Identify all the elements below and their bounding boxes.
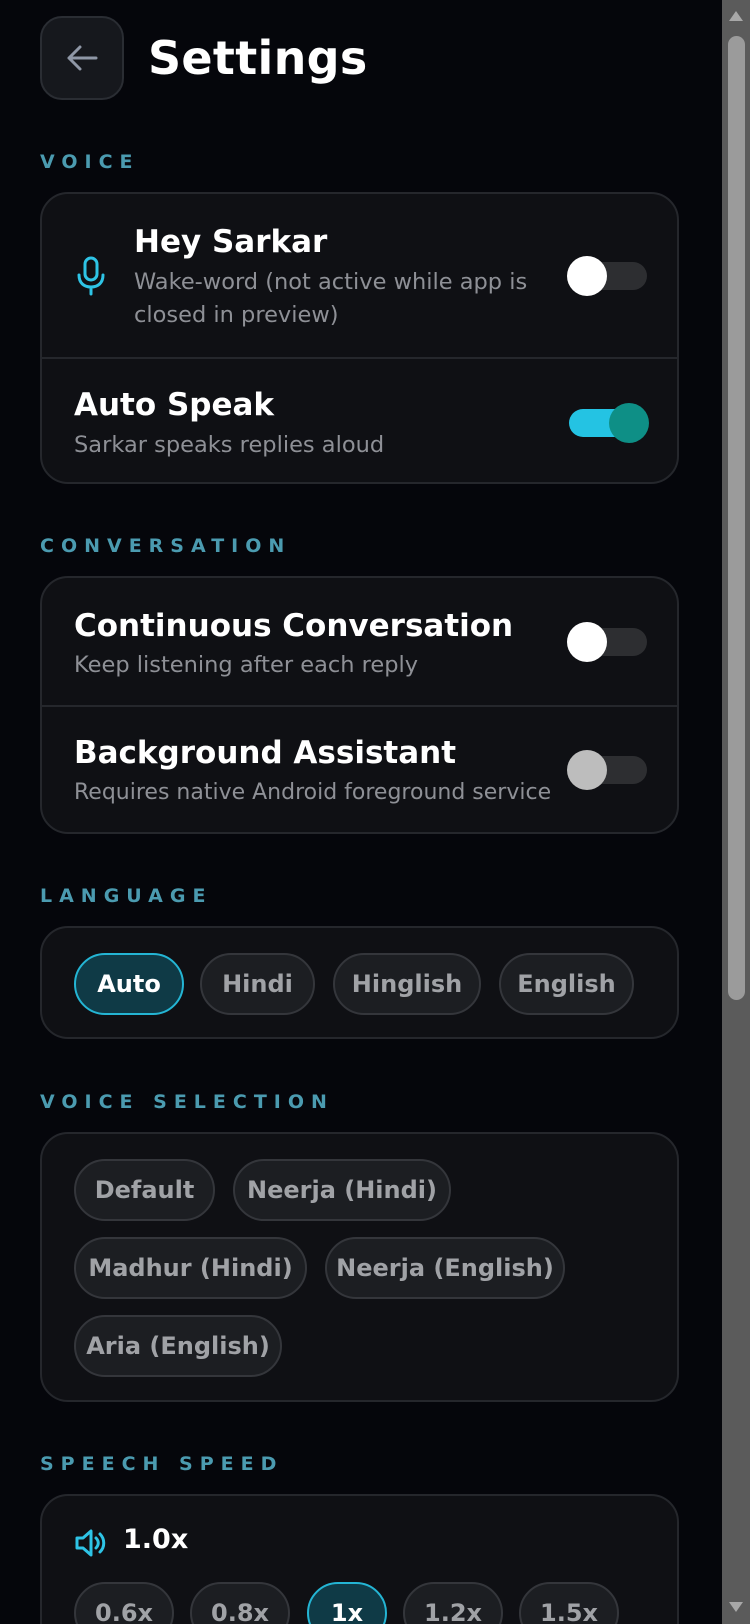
language-card: Auto Hindi Hinglish English xyxy=(40,926,679,1039)
setting-row-continuous: Continuous Conversation Keep listening a… xyxy=(42,578,677,705)
voice-chip-madhur-hindi[interactable]: Madhur (Hindi) xyxy=(74,1237,307,1299)
setting-row-hey-sarkar: Hey Sarkar Wake-word (not active while a… xyxy=(42,194,677,357)
setting-row-background: Background Assistant Requires native And… xyxy=(42,705,677,832)
voice-chip-aria-english[interactable]: Aria (English) xyxy=(74,1315,282,1377)
speed-chip-0-6x[interactable]: 0.6x xyxy=(74,1582,174,1624)
language-chip-english[interactable]: English xyxy=(499,953,634,1015)
hey-sarkar-subtitle-line2: closed in preview) xyxy=(134,302,339,328)
language-chip-hinglish[interactable]: Hinglish xyxy=(333,953,481,1015)
conversation-card: Continuous Conversation Keep listening a… xyxy=(40,576,679,834)
page-title: Settings xyxy=(148,31,368,85)
toggle-knob xyxy=(567,256,607,296)
hey-sarkar-subtitle-line1: Wake-word (not active while app is xyxy=(134,269,528,295)
section-label-voice-selection: VOICE SELECTION xyxy=(40,1091,334,1113)
language-chip-auto[interactable]: Auto xyxy=(74,953,184,1015)
microphone-icon xyxy=(77,256,105,296)
auto-speak-subtitle: Sarkar speaks replies aloud xyxy=(74,432,385,458)
hey-sarkar-title: Hey Sarkar xyxy=(134,224,328,260)
back-button[interactable] xyxy=(40,16,124,100)
toggle-knob xyxy=(609,403,649,443)
background-toggle[interactable] xyxy=(567,750,649,790)
continuous-subtitle: Keep listening after each reply xyxy=(74,652,419,678)
scroll-thumb[interactable] xyxy=(728,36,745,1000)
toggle-knob xyxy=(567,750,607,790)
setting-row-auto-speak: Auto Speak Sarkar speaks replies aloud xyxy=(42,357,677,482)
settings-page: Settings VOICE Hey Sarkar Wake-word (not… xyxy=(0,0,750,1624)
voice-card: Hey Sarkar Wake-word (not active while a… xyxy=(40,192,679,484)
scroll-down-arrow-icon[interactable] xyxy=(728,1601,744,1613)
auto-speak-toggle[interactable] xyxy=(567,403,649,443)
background-subtitle: Requires native Android foreground servi… xyxy=(74,780,552,805)
voice-chip-neerja-english[interactable]: Neerja (English) xyxy=(325,1237,565,1299)
arrow-left-icon xyxy=(67,45,98,71)
language-chip-hindi[interactable]: Hindi xyxy=(200,953,315,1015)
scrollbar[interactable] xyxy=(722,0,750,1624)
continuous-toggle[interactable] xyxy=(567,622,649,662)
speed-chip-1-5x[interactable]: 1.5x xyxy=(519,1582,619,1624)
background-title: Background Assistant xyxy=(74,735,457,771)
voice-chip-default[interactable]: Default xyxy=(74,1159,215,1221)
volume-icon xyxy=(75,1529,106,1557)
section-label-voice: VOICE xyxy=(40,151,140,173)
voice-selection-card: Default Neerja (Hindi) Madhur (Hindi) Ne… xyxy=(40,1132,679,1402)
hey-sarkar-toggle[interactable] xyxy=(567,256,649,296)
speed-chip-1x[interactable]: 1x xyxy=(307,1582,387,1624)
voice-chip-neerja-hindi[interactable]: Neerja (Hindi) xyxy=(233,1159,451,1221)
section-label-speech-speed: SPEECH SPEED xyxy=(40,1453,284,1475)
speech-speed-card: 1.0x 0.6x 0.8x 1x 1.2x 1.5x xyxy=(40,1494,679,1624)
toggle-knob xyxy=(567,622,607,662)
header: Settings xyxy=(40,16,368,100)
continuous-title: Continuous Conversation xyxy=(74,608,514,644)
auto-speak-title: Auto Speak xyxy=(74,387,275,423)
speed-chip-1-2x[interactable]: 1.2x xyxy=(403,1582,503,1624)
speed-chip-0-8x[interactable]: 0.8x xyxy=(190,1582,290,1624)
section-label-language: LANGUAGE xyxy=(40,885,213,907)
section-label-conversation: CONVERSATION xyxy=(40,535,292,557)
speech-speed-value: 1.0x xyxy=(123,1524,189,1555)
scroll-up-arrow-icon[interactable] xyxy=(728,10,744,22)
